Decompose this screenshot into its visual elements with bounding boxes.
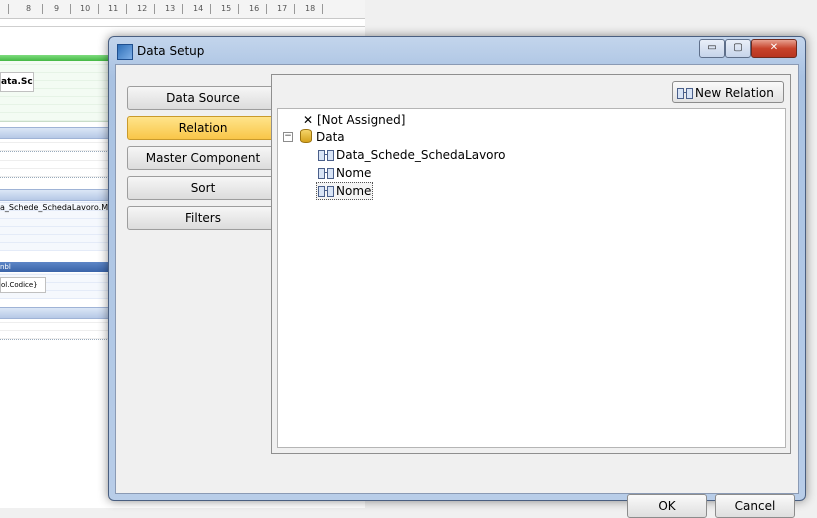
ruler-tick: 16: [249, 4, 260, 13]
tree-item-relation[interactable]: Data_Schede_SchedaLavoro: [318, 147, 506, 163]
new-relation-label: New Relation: [695, 86, 774, 100]
not-assigned-icon: ✕: [302, 113, 314, 127]
ruler-tick: 13: [165, 4, 176, 13]
tree-item-not-assigned[interactable]: ✕ [Not Assigned]: [302, 112, 406, 128]
dialog-title: Data Setup: [137, 44, 205, 58]
nav-relation[interactable]: Relation: [127, 116, 279, 140]
band-title: nbl: [0, 263, 11, 271]
ruler-tick: 14: [193, 4, 204, 13]
tree-item-label: Nome: [336, 184, 372, 198]
ruler-tick: 10: [80, 4, 91, 13]
database-icon: [300, 129, 312, 143]
ruler-tick: 18: [305, 4, 316, 13]
tree-item-label: [Not Assigned]: [317, 113, 406, 127]
relation-icon: [318, 185, 334, 197]
tree-item-label: Nome: [336, 166, 372, 180]
relation-tree[interactable]: ✕ [Not Assigned] − Data Data_Schede_Sched…: [277, 108, 786, 448]
horizontal-ruler: 8 9 10 11 12 13 14 15 16 17 18: [0, 0, 365, 19]
cancel-button[interactable]: Cancel: [715, 494, 795, 518]
data-setup-dialog: Data Setup ▭ ▢ ✕ Data Source Relation Ma…: [108, 36, 806, 518]
tree-item-label: Data: [316, 130, 345, 144]
ruler-tick: 8: [26, 4, 32, 13]
model-field-textbox[interactable]: a_Schede_SchedaLavoro.Model: [0, 203, 125, 212]
tree-item-relation-selected[interactable]: Nome: [316, 182, 374, 200]
tree-item-label: Data_Schede_SchedaLavoro: [336, 148, 506, 162]
ruler-tick: 15: [221, 4, 232, 13]
minimize-button[interactable]: ▭: [699, 39, 725, 58]
ruler-tick: 12: [137, 4, 148, 13]
tree-item-data[interactable]: Data: [300, 129, 345, 145]
relation-panel: New Relation ✕ [Not Assigned] − Data Data…: [271, 74, 791, 454]
collapse-expander[interactable]: −: [283, 132, 293, 142]
tree-item-relation[interactable]: Nome: [318, 165, 371, 181]
relation-icon: [318, 167, 334, 179]
codice-field-textbox[interactable]: ol.Codice}: [0, 277, 46, 293]
ruler-tick: 9: [54, 4, 60, 13]
data-field-textbox[interactable]: ata.Sch: [0, 72, 34, 92]
nav-data-source[interactable]: Data Source: [127, 86, 279, 110]
close-button[interactable]: ✕: [751, 39, 797, 58]
ruler-tick: 17: [277, 4, 288, 13]
new-relation-button[interactable]: New Relation: [672, 81, 784, 103]
app-icon: [117, 44, 133, 60]
nav-sort[interactable]: Sort: [127, 176, 279, 200]
relation-icon: [318, 149, 334, 161]
nav-master-component[interactable]: Master Component: [127, 146, 279, 170]
ruler-tick: 11: [108, 4, 119, 13]
dialog-client-area: Data Source Relation Master Component So…: [115, 64, 799, 518]
ok-button[interactable]: OK: [627, 494, 707, 518]
maximize-button[interactable]: ▢: [725, 39, 751, 58]
new-relation-icon: [677, 87, 693, 99]
nav-filters[interactable]: Filters: [127, 206, 279, 230]
